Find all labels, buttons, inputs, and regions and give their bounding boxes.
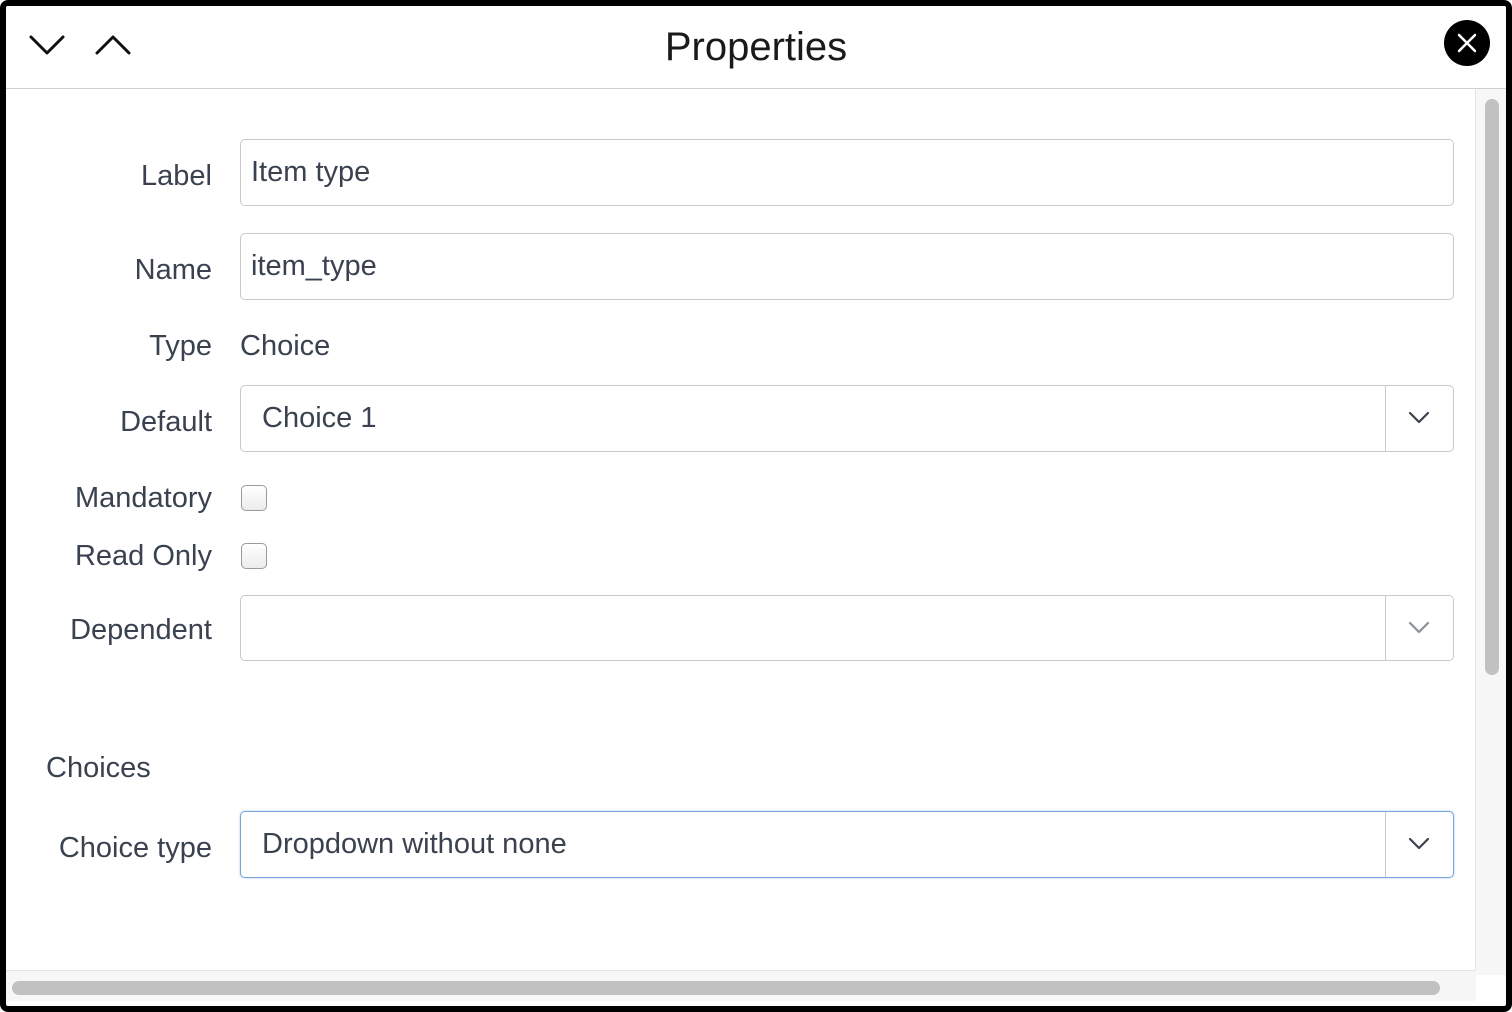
close-icon [1444, 20, 1490, 66]
horizontal-scrollbar[interactable] [6, 970, 1476, 1001]
choice-type-field-label: Choice type [58, 832, 212, 864]
properties-form: Label Name Type Choice Default Choice 1 … [6, 89, 1476, 969]
default-select[interactable]: Choice 1 [240, 385, 1454, 452]
label-field-label: Label [141, 160, 212, 192]
horizontal-scrollbar-thumb[interactable] [12, 981, 1440, 995]
mandatory-field-label: Mandatory [74, 482, 212, 514]
chevron-down-icon [1407, 618, 1431, 638]
label-input[interactable] [240, 139, 1454, 206]
panel-title: Properties [664, 25, 848, 69]
properties-header: Properties [6, 6, 1506, 89]
mandatory-checkbox[interactable] [241, 485, 267, 511]
chevron-down-icon [1407, 834, 1431, 854]
vertical-scrollbar[interactable] [1475, 89, 1506, 975]
name-field-label: Name [134, 254, 212, 286]
read-only-checkbox[interactable] [241, 543, 267, 569]
vertical-scrollbar-thumb[interactable] [1485, 99, 1499, 675]
chevron-down-icon [1407, 408, 1431, 428]
select-divider [1385, 812, 1386, 877]
dependent-select[interactable] [240, 595, 1454, 661]
choices-section-title: Choices [46, 752, 151, 784]
read-only-field-label: Read Only [74, 540, 212, 572]
choice-type-select[interactable]: Dropdown without none [240, 811, 1454, 878]
type-field-label: Type [149, 330, 212, 362]
select-divider [1385, 386, 1386, 451]
default-select-value: Choice 1 [262, 402, 377, 434]
name-input[interactable] [240, 233, 1454, 300]
choice-type-select-value: Dropdown without none [262, 828, 567, 860]
select-divider [1385, 596, 1386, 660]
properties-window: Properties Label Name Type Choice Defaul… [0, 0, 1512, 1012]
dependent-field-label: Dependent [70, 614, 212, 646]
default-field-label: Default [120, 406, 212, 438]
close-button[interactable] [1444, 20, 1490, 66]
type-value: Choice [240, 330, 331, 362]
